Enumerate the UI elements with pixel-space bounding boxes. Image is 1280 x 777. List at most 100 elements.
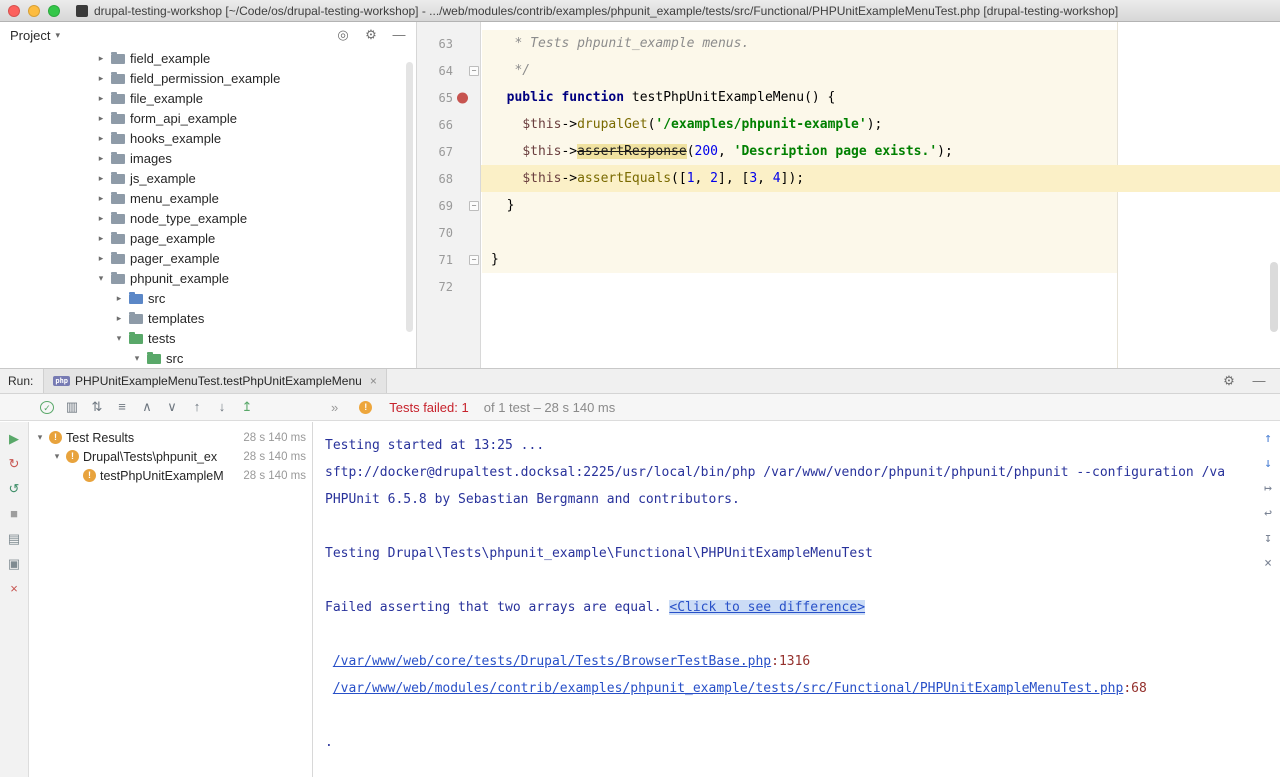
settings-icon[interactable]: ⚙ [1222,374,1236,388]
gutter-cell: 63 [417,30,481,57]
folder-icon [111,214,125,224]
test-console[interactable]: Testing started at 13:25 ...sftp://docke… [313,422,1280,777]
chevron-right-icon[interactable]: ▸ [114,293,124,304]
folder-icon [129,294,143,304]
console-link[interactable]: /var/www/web/core/tests/Drupal/Tests/Bro… [333,654,771,669]
chevron-right-icon[interactable]: ▸ [96,133,106,144]
toggle-auto-test-icon[interactable]: ↺ [7,482,21,496]
code-text[interactable]: $this->drupalGet('/examples/phpunit-exam… [481,111,1280,138]
console-link[interactable]: /var/www/web/modules/contrib/examples/ph… [333,681,1124,696]
stop-icon[interactable]: ■ [7,507,21,521]
show-passed-icon[interactable]: ✓ [40,401,54,414]
project-item-menu_example[interactable]: ▸menu_example [0,188,416,208]
project-item-pager_example[interactable]: ▸pager_example [0,248,416,268]
chevron-right-icon[interactable]: ▸ [114,313,124,324]
chevron-right-icon[interactable]: ▸ [96,53,106,64]
chevron-down-icon[interactable]: ▾ [114,333,124,344]
pin-tab-icon[interactable]: ▣ [7,557,21,571]
project-item-tests[interactable]: ▾tests [0,328,416,348]
console-link[interactable]: <Click to see difference> [669,600,865,615]
project-item-label: page_example [130,231,215,246]
chevron-right-icon[interactable]: ▸ [96,113,106,124]
project-item-images[interactable]: ▸images [0,148,416,168]
close-tab-icon[interactable]: × [7,582,21,596]
chevron-right-icon[interactable]: ▸ [96,153,106,164]
project-item-field_permission_example[interactable]: ▸field_permission_example [0,68,416,88]
window-zoom-button[interactable] [48,5,60,17]
code-text[interactable]: } [481,192,1280,219]
fold-icon[interactable]: − [469,255,479,265]
chevron-down-icon[interactable]: ▾ [55,30,60,41]
project-item-src[interactable]: ▸src [0,288,416,308]
chevron-right-icon[interactable]: ▸ [96,73,106,84]
rerun-failed-tests-icon[interactable]: ↻ [7,457,21,471]
toolbar-overflow-icon[interactable]: » [331,400,338,415]
run-tab[interactable]: php PHPUnitExampleMenuTest.testPhpUnitEx… [43,369,386,393]
next-failed-test-icon[interactable]: ↓ [215,400,229,414]
test-tree-item[interactable]: !testPhpUnitExampleM28 s 140 ms [29,466,312,485]
test-failed-gutter-icon[interactable] [457,92,468,103]
project-item-phpunit_example[interactable]: ▾phpunit_example [0,268,416,288]
project-tree-scrollbar[interactable] [406,62,413,332]
chevron-down-icon[interactable]: ▾ [52,451,62,462]
chevron-right-icon[interactable]: ▸ [96,213,106,224]
chevron-right-icon[interactable]: ▸ [96,173,106,184]
chevron-right-icon[interactable]: ▸ [96,193,106,204]
code-text[interactable] [481,219,1280,246]
project-item-js_example[interactable]: ▸ js_example [0,168,416,188]
code-text[interactable] [481,273,1280,300]
window-minimize-button[interactable] [28,5,40,17]
close-icon[interactable]: × [370,374,377,388]
test-history-icon[interactable]: ▤ [7,532,21,546]
expand-all-icon[interactable]: ∧ [140,400,154,414]
chevron-right-icon[interactable]: ▸ [96,93,106,104]
rerun-tests-icon[interactable]: ▶ [7,432,21,446]
editor-scrollbar[interactable] [1270,262,1278,332]
project-item-page_example[interactable]: ▸ page_example [0,228,416,248]
collapse-all-icon[interactable]: ∨ [165,400,179,414]
code-line-70: 70 [417,219,1280,246]
project-item-src[interactable]: ▾src [0,348,416,368]
project-item-node_type_example[interactable]: ▸node_type_example [0,208,416,228]
test-tree-item[interactable]: ▾!Test Results28 s 140 ms [29,428,312,447]
code-text[interactable]: */ [481,57,1280,84]
code-text[interactable]: public function testPhpUnitExampleMenu()… [481,84,1280,111]
chevron-down-icon[interactable]: ▾ [35,432,45,443]
code-text[interactable]: $this->assertResponse(200, 'Description … [481,138,1280,165]
project-item-hooks_example[interactable]: ▸hooks_example [0,128,416,148]
soft-wrap-icon[interactable]: ↩ [1261,507,1275,521]
test-failed-icon: ! [49,431,62,444]
code-text[interactable]: $this->assertEquals([1, 2], [3, 4]); [481,165,1280,192]
select-opened-file-icon[interactable]: ◎ [336,28,350,42]
project-item-label: js_example [130,171,196,186]
gutter-cell: 70 [417,219,481,246]
scroll-to-top-icon[interactable]: ↑ [1261,432,1275,446]
scroll-to-bottom-icon[interactable]: ↓ [1261,457,1275,471]
project-item-form_api_example[interactable]: ▸form_api_example [0,108,416,128]
chevron-right-icon[interactable]: ▸ [96,253,106,264]
fold-icon[interactable]: − [469,66,479,76]
scroll-to-end-icon[interactable]: ↧ [1261,532,1275,546]
project-panel-header[interactable]: Project ▾ ◎⚙— [0,22,416,48]
test-tree-item[interactable]: ▾!Drupal\Tests\phpunit_ex28 s 140 ms [29,447,312,466]
fold-icon[interactable]: − [469,201,479,211]
code-text[interactable]: * Tests phpunit_example menus. [481,30,1280,57]
code-text[interactable]: } [481,246,1280,273]
window-close-button[interactable] [8,5,20,17]
chevron-down-icon[interactable]: ▾ [96,273,106,284]
sort-by-duration-icon[interactable]: ⇅ [90,400,104,414]
show-console-icon[interactable]: ▥ [65,400,79,414]
settings-icon[interactable]: ⚙ [364,28,378,42]
chevron-down-icon[interactable]: ▾ [132,353,142,364]
hide-panel-icon[interactable]: — [1252,374,1266,388]
hide-panel-icon[interactable]: — [392,28,406,42]
project-item-file_example[interactable]: ▸file_example [0,88,416,108]
chevron-right-icon[interactable]: ▸ [96,233,106,244]
previous-failed-test-icon[interactable]: ↑ [190,400,204,414]
project-item-templates[interactable]: ▸templates [0,308,416,328]
import-test-results-icon[interactable]: ↥ [240,400,254,414]
clear-console-icon[interactable]: × [1261,557,1275,571]
export-console-icon[interactable]: ↦ [1261,482,1275,496]
project-item-field_example[interactable]: ▸field_example [0,48,416,68]
sort-alphabetically-icon[interactable]: ≡ [115,400,129,414]
